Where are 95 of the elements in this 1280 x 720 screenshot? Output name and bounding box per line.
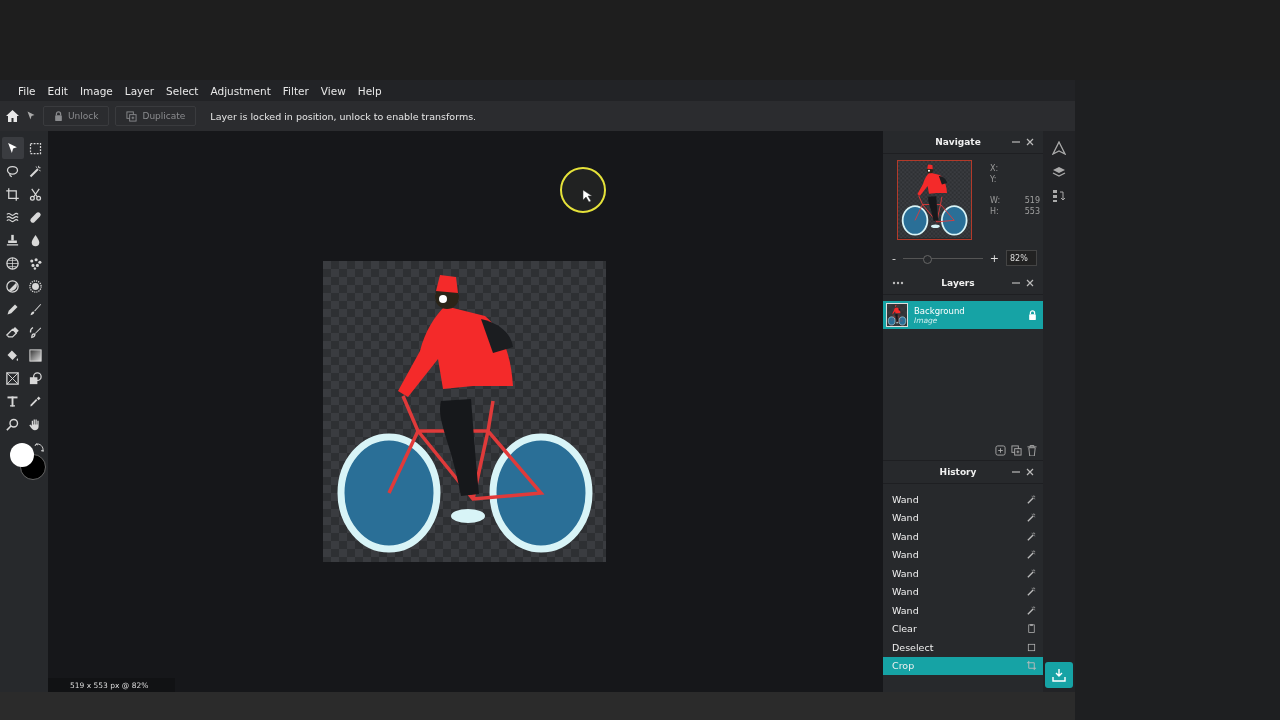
cursor-highlight-icon [559, 166, 607, 214]
half-circle-icon [5, 278, 20, 294]
history-item[interactable]: Wand [883, 601, 1043, 620]
wand-icon [1026, 586, 1037, 598]
menu-item[interactable]: Adjustment [204, 84, 277, 97]
minimize-icon [1012, 138, 1020, 146]
history-item[interactable]: Wand [883, 582, 1043, 601]
history-item[interactable]: Wand [883, 545, 1043, 564]
tool-button[interactable] [1, 137, 24, 159]
duplicate-icon [126, 110, 138, 122]
globe-icon [5, 255, 20, 271]
minimize-icon [1012, 279, 1020, 287]
home-button[interactable] [6, 110, 19, 122]
delete-button[interactable] [1027, 445, 1037, 456]
minimize-icon [1012, 468, 1020, 476]
menu-item[interactable]: Help [351, 84, 388, 97]
wand-icon [1026, 549, 1037, 561]
search-icon [5, 416, 20, 432]
navigate-button[interactable] [1052, 141, 1066, 155]
layers-button[interactable] [1052, 165, 1066, 179]
brush-icon [28, 324, 43, 340]
shapes-icon [28, 370, 43, 386]
field-value: 553 [1023, 207, 1040, 216]
pointer-icon [25, 110, 37, 122]
lock-icon [54, 111, 63, 121]
menu-item[interactable]: View [314, 84, 352, 97]
panel-title: Navigate [934, 137, 982, 147]
history-item[interactable]: Deselect [883, 638, 1043, 657]
field-label: Y: [990, 175, 998, 184]
swap-icon[interactable] [34, 443, 44, 453]
wand-icon [1026, 530, 1037, 542]
duplicate-layer-button[interactable] [1011, 445, 1022, 456]
menu-item[interactable]: Layer [118, 84, 161, 97]
eraser-icon [5, 324, 20, 340]
more-icon [892, 281, 904, 285]
status-message: Layer is locked in position, unlock to enable transforms. [210, 110, 477, 122]
history-item[interactable]: Wand [883, 490, 1043, 509]
wand-icon [1026, 512, 1037, 524]
clipboard-icon [1026, 623, 1037, 635]
stamp-icon [5, 232, 20, 248]
history-item[interactable]: Clear [883, 619, 1043, 638]
wand-icon [1026, 493, 1037, 505]
wand-icon [28, 163, 43, 179]
history-button[interactable] [1052, 189, 1066, 203]
field-label: H: [990, 207, 1000, 216]
menu-item[interactable]: Filter [276, 84, 315, 97]
close-icon [1026, 468, 1034, 476]
duplicate-icon [1011, 445, 1022, 456]
frame-icon [5, 370, 20, 386]
zoom-field[interactable]: 82% [1006, 250, 1037, 266]
menu-item[interactable]: Select [160, 84, 205, 97]
crop-icon [1026, 660, 1037, 672]
menu-item[interactable]: Edit [41, 84, 74, 97]
field-label: X: [990, 164, 1000, 173]
plus-square-icon [995, 445, 1006, 456]
panel-title: History [938, 467, 978, 477]
download-button[interactable] [1045, 662, 1073, 688]
close-icon [1026, 279, 1034, 287]
field-label: W: [990, 196, 1002, 205]
pointer-button[interactable] [25, 110, 37, 122]
gradient-icon [28, 347, 43, 363]
triangle-icon [1052, 141, 1066, 155]
lasso-icon [5, 163, 20, 179]
ring-icon [28, 278, 43, 294]
history-list-icon [1052, 189, 1066, 203]
square-icon [1026, 641, 1037, 653]
minimize-button[interactable] [1009, 468, 1023, 476]
download-icon [1052, 668, 1066, 682]
wand-icon [1026, 604, 1037, 616]
zoom-out-button[interactable]: - [889, 251, 899, 265]
lock-icon [1028, 310, 1037, 320]
minimize-button[interactable] [1009, 138, 1023, 146]
foreground-swatch[interactable] [10, 443, 34, 467]
history-item[interactable]: Wand [883, 564, 1043, 583]
layers-icon [1052, 165, 1066, 179]
history-item[interactable]: Wand [883, 527, 1043, 546]
crop-icon [5, 186, 20, 202]
panel-title: Layers [940, 278, 976, 288]
layer-name: Background [914, 305, 966, 316]
wand-icon [1026, 567, 1037, 579]
scissors-icon [28, 186, 43, 202]
brush-icon [28, 301, 43, 317]
marquee-icon [28, 140, 43, 156]
close-icon [1026, 138, 1034, 146]
history-item[interactable]: Wand [883, 508, 1043, 527]
menu-item[interactable]: Image [73, 84, 119, 97]
home-icon [6, 110, 19, 122]
minimize-button[interactable] [1009, 279, 1023, 287]
zoom-slider[interactable] [922, 254, 932, 264]
zoom-in-button[interactable]: + [986, 251, 1002, 265]
dots-icon [28, 255, 43, 271]
menu-item[interactable]: File [12, 84, 42, 97]
field-value: 519 [1023, 196, 1040, 205]
add-layer-button[interactable] [995, 445, 1006, 456]
trash-icon [1027, 445, 1037, 456]
